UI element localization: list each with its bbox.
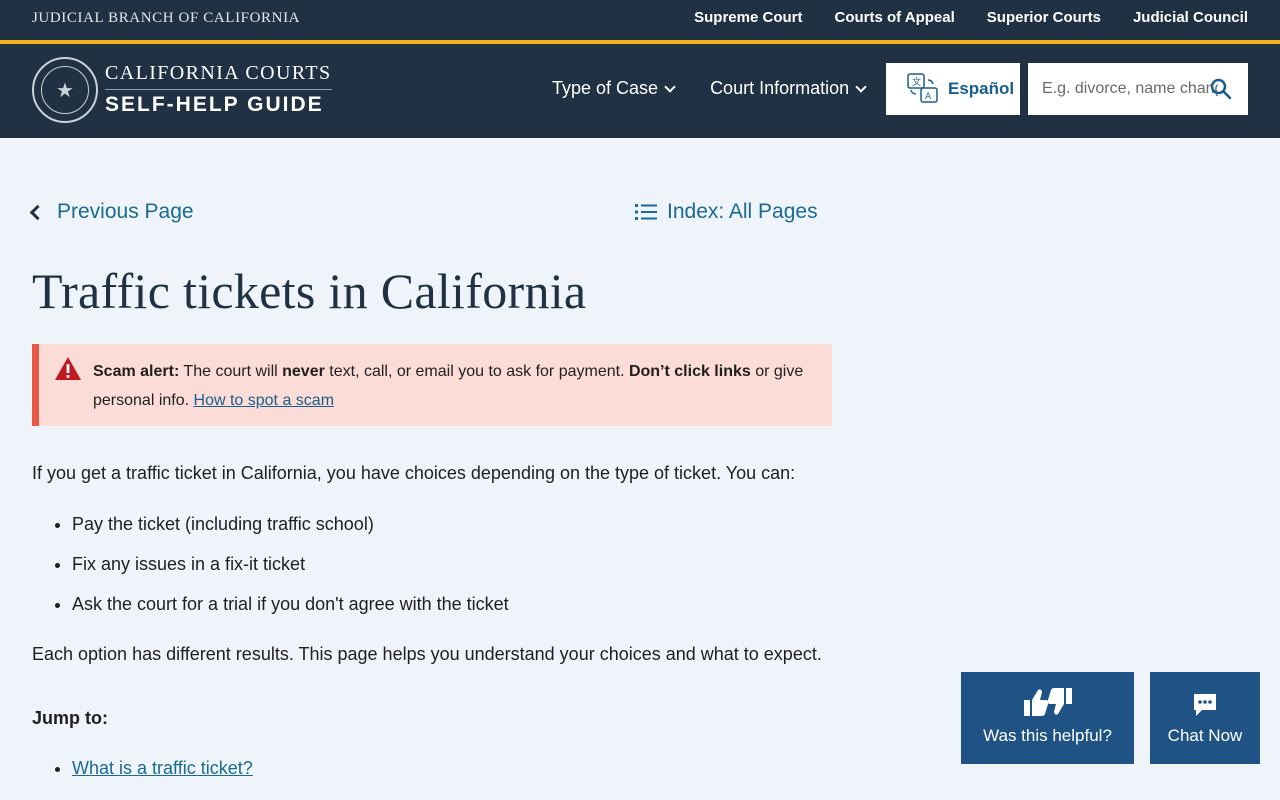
search-input[interactable] [1028,64,1218,114]
nav-court-information-label: Court Information [710,78,850,98]
seal-inner-icon: ★ [41,66,89,114]
choices-list: Pay the ticket (including traffic school… [72,513,509,633]
chat-now-label: Chat Now [1167,726,1243,745]
utility-link-superior-courts[interactable]: Superior Courts [987,9,1101,26]
previous-page-label: Previous Page [57,200,194,223]
utility-bar: JUDICIAL BRANCH OF CALIFORNIA Supreme Co… [0,0,1280,40]
utility-link-supreme-court[interactable]: Supreme Court [694,9,802,26]
site-brand[interactable]: CALIFORNIA COURTS SELF-HELP GUIDE [105,62,332,117]
utility-link-judicial-council[interactable]: Judicial Council [1133,9,1248,26]
page-title: Traffic tickets in California [32,263,587,319]
list-item: Ask the court for a trial if you don't a… [72,593,509,633]
chevron-down-icon [855,80,867,93]
was-this-helpful-label: Was this helpful? [983,726,1112,745]
list-item: Fix any issues in a fix-it ticket [72,553,509,593]
utility-links: Supreme Court Courts of Appeal Superior … [694,9,1248,26]
svg-text:A: A [925,92,932,102]
chevron-down-icon [664,80,676,93]
translate-icon: 文 A [907,73,938,103]
jump-to-list: What is a traffic ticket? [72,758,253,779]
intro-paragraph: If you get a traffic ticket in Californi… [32,463,796,483]
index-all-pages-link[interactable]: Index: All Pages [635,200,818,224]
search-icon[interactable] [1210,78,1232,100]
warning-icon [55,357,81,380]
scam-alert: Scam alert: The court will never text, c… [32,344,832,426]
was-this-helpful-button[interactable]: Was this helpful? [961,672,1134,764]
search-box [1028,63,1248,115]
list-item: What is a traffic ticket? [72,758,253,779]
jump-to-label: Jump to: [32,708,108,728]
judicial-council-seal-logo[interactable]: ★ [32,57,98,123]
utility-link-courts-of-appeal[interactable]: Courts of Appeal [835,9,955,26]
main-nav: Type of Case Court Information [552,78,867,99]
scam-alert-text-1: The court will [179,363,283,380]
scam-alert-dont-click: Don’t click links [628,363,751,380]
jump-link-what-is-traffic-ticket[interactable]: What is a traffic ticket? [72,758,253,778]
brand-line-1: CALIFORNIA COURTS [105,62,332,90]
nav-type-of-case-label: Type of Case [552,78,659,98]
language-button[interactable]: 文 A Español [886,63,1020,115]
nav-type-of-case[interactable]: Type of Case [552,78,676,99]
branch-name: JUDICIAL BRANCH OF CALIFORNIA [32,10,301,26]
scam-alert-text-2: text, call, or email you to ask for paym… [324,363,629,380]
scam-alert-label: Scam alert: [93,363,180,380]
site-header: ★ CALIFORNIA COURTS SELF-HELP GUIDE Type… [0,44,1280,138]
list-icon [635,204,657,220]
chat-bubble-icon [1194,694,1216,716]
index-all-pages-label: Index: All Pages [667,200,818,223]
scam-alert-never: never [282,363,325,380]
language-button-label: Español [948,79,1015,98]
chat-now-button[interactable]: Chat Now [1150,672,1260,764]
nav-court-information[interactable]: Court Information [710,78,867,99]
chevron-left-icon [29,204,46,220]
svg-text:文: 文 [912,76,921,88]
outro-paragraph: Each option has different results. This … [32,644,822,664]
how-to-spot-scam-link[interactable]: How to spot a scam [194,392,335,409]
thumbs-up-down-icon [1023,688,1072,716]
scam-alert-text: Scam alert: The court will never text, c… [93,357,813,415]
previous-page-link[interactable]: Previous Page [29,200,194,224]
list-item: Pay the ticket (including traffic school… [72,513,509,553]
brand-line-2: SELF-HELP GUIDE [105,93,324,116]
